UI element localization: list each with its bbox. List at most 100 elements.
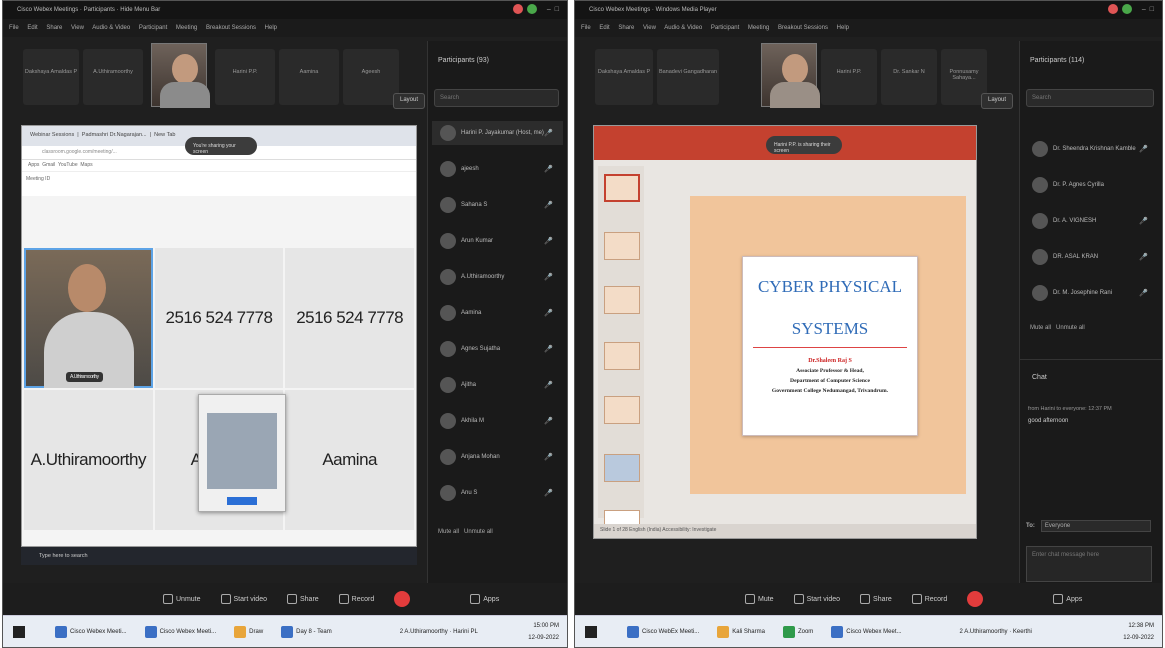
menu-audio-video[interactable]: Audio & Video [92,25,130,31]
slide-thumb[interactable] [604,232,640,260]
strip-tile[interactable]: Aamina [279,49,339,105]
taskbar-app[interactable]: Cisco WebEx Meeti... [627,625,699,638]
strip-tile[interactable]: Dakshaya Amaldas P [595,49,653,105]
participant-tile[interactable]: 2516 524 7778 [285,248,414,388]
menu-view[interactable]: View [643,25,656,31]
taskbar-app[interactable]: Kali Sharma [717,625,765,638]
leave-button[interactable] [967,591,984,607]
participant-row[interactable]: Akhila M 🎤 [432,409,563,433]
participant-row[interactable]: Harini P. Jayakumar (Host, me) 🎤 [432,121,563,145]
bookmark[interactable]: Gmail [42,162,55,168]
record-button[interactable]: Record [911,594,947,604]
browser-tab[interactable]: Webinar Sessions [30,132,74,138]
taskbar-app[interactable]: Draw [234,625,263,638]
taskbar-app[interactable]: Cisco Webex Meeti... [55,625,127,638]
menu-meeting[interactable]: Meeting [176,25,197,31]
menu-meeting[interactable]: Meeting [748,25,769,31]
mute-all-button[interactable]: Mute all [1030,325,1051,331]
participant-row[interactable]: Aamina 🎤 [432,301,563,325]
bookmark[interactable]: Maps [80,162,92,168]
participant-row[interactable]: A.Uthiramoorthy 🎤 [432,265,563,289]
participant-tile[interactable]: Aamina [285,390,414,530]
menu-file[interactable]: File [581,25,591,31]
browser-tab[interactable]: New Tab [154,132,175,138]
taskbar-notification[interactable]: 2 A.Uthiramoorthy · Keerthi [960,629,1032,635]
recipient-select[interactable]: Everyone [1040,520,1151,532]
apps-button[interactable]: Apps [1053,594,1082,604]
strip-tile[interactable]: Banadevi Gangadharan [657,49,719,105]
strip-tile[interactable]: Dr. Sankar N [881,49,937,105]
layout-button[interactable]: Layout [393,93,426,109]
participant-row[interactable]: Anjana Mohan 🎤 [432,445,563,469]
maximize-icon[interactable]: □ [1150,6,1154,13]
taskbar-app[interactable]: Zoom [782,625,813,638]
menu-edit[interactable]: Edit [599,25,609,31]
menu-edit[interactable]: Edit [27,25,37,31]
slide-thumb[interactable] [604,396,640,424]
unmute-all-button[interactable]: Unmute all [1056,325,1085,331]
slide-thumb[interactable] [604,454,640,482]
participant-row[interactable]: Dr. A. VIGNESH 🎤 [1024,209,1158,233]
active-speaker-video[interactable] [761,43,820,108]
maximize-icon[interactable]: □ [555,6,559,13]
minimize-icon[interactable]: – [1142,6,1146,13]
menu-participant[interactable]: Participant [711,25,739,31]
participant-row[interactable]: Agnes Sujatha 🎤 [432,337,563,361]
menu-breakout[interactable]: Breakout Sessions [206,25,256,31]
leave-button[interactable] [394,591,411,607]
bookmark[interactable]: YouTube [58,162,78,168]
active-speaker-video[interactable] [151,43,210,108]
os-search-bar[interactable]: Type here to search [21,547,417,565]
participant-row[interactable]: Ajitha 🎤 [432,373,563,397]
mute-button[interactable]: Mute [745,594,774,604]
menu-audio-video[interactable]: Audio & Video [664,25,702,31]
participants-search[interactable]: Search [434,89,559,107]
share-button[interactable]: Share [860,594,892,604]
apps-button[interactable]: Apps [470,594,499,604]
participant-row[interactable]: Anu S 🎤 [432,481,563,505]
menu-breakout[interactable]: Breakout Sessions [778,25,828,31]
start-video-button[interactable]: Start video [220,594,267,604]
layout-button[interactable]: Layout [981,93,1014,109]
menu-help[interactable]: Help [837,25,849,31]
record-button[interactable]: Record [338,594,374,604]
start-icon[interactable] [585,625,597,638]
menu-help[interactable]: Help [265,25,277,31]
strip-tile[interactable]: Ageesh [343,49,399,105]
minimize-icon[interactable]: – [547,6,551,13]
menu-file[interactable]: File [9,25,19,31]
menu-share[interactable]: Share [46,25,62,31]
participants-search[interactable]: Search [1026,89,1154,107]
participant-row[interactable]: ajeesh 🎤 [432,157,563,181]
chat-recipient[interactable]: To: Everyone [1026,520,1151,532]
participant-row[interactable]: DR. ASAL KRAN 🎤 [1024,245,1158,269]
bookmark[interactable]: Apps [28,162,39,168]
strip-tile[interactable]: Harini P.P. [821,49,877,105]
unmute-button[interactable]: Unmute [163,594,201,604]
participant-row[interactable]: Dr. M. Josephine Rani 🎤 [1024,281,1158,305]
start-icon[interactable] [13,625,25,638]
taskbar-notification[interactable]: 2 A.Uthiramoorthy · Harini PL [400,629,478,635]
chat-input[interactable]: Enter chat message here [1026,546,1152,582]
participant-tile[interactable]: A.Uthiramoorthy [24,390,153,530]
participant-row[interactable]: Arun Kumar 🎤 [432,229,563,253]
participant-row[interactable]: Dr. Sheendra Krishnan Kamble 🎤 [1024,137,1158,161]
participant-video-tile[interactable]: A.Uthiramoorthy [24,248,153,388]
strip-tile[interactable]: Dakshaya Amaldas P [23,49,79,105]
slide-thumb[interactable] [604,174,640,202]
popup-button[interactable] [227,497,257,505]
unmute-all-button[interactable]: Unmute all [464,529,493,535]
menu-participant[interactable]: Participant [139,25,167,31]
participant-tile[interactable]: 2516 524 7778 [154,248,284,388]
menu-share[interactable]: Share [618,25,634,31]
slide-thumb[interactable] [604,286,640,314]
mute-all-button[interactable]: Mute all [438,529,459,535]
strip-tile[interactable]: Harini P.P. [215,49,275,105]
taskbar-app[interactable]: Cisco Webex Meeti... [144,625,216,638]
participant-row[interactable]: Sahana S 🎤 [432,193,563,217]
taskbar-app[interactable]: Day 8 - Team [281,625,332,638]
menu-view[interactable]: View [71,25,84,31]
strip-tile[interactable]: A.Uthiramoorthy [83,49,143,105]
participant-row[interactable]: Dr. P. Agnes Cyrilla [1024,173,1158,197]
browser-tab[interactable]: Padmashri Dr.Nagarajan... [82,132,147,138]
